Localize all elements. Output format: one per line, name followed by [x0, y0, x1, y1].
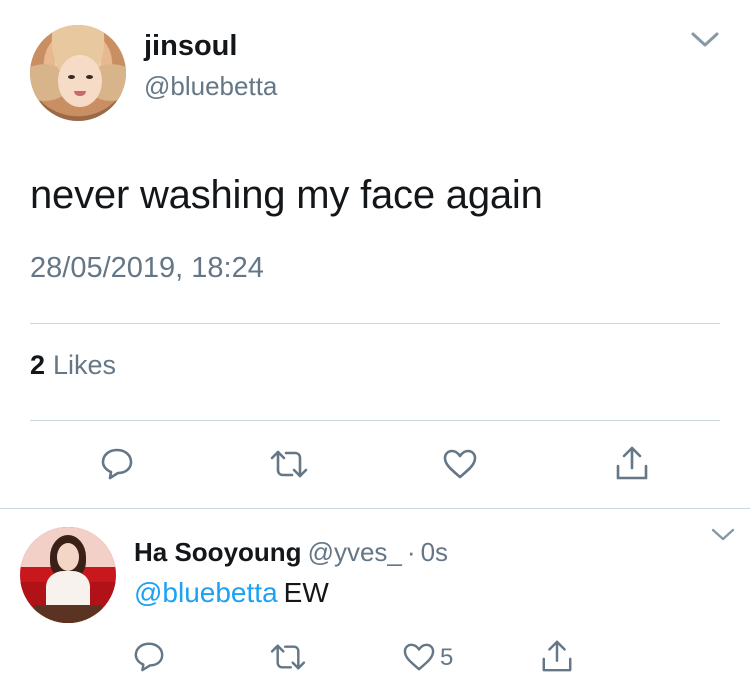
avatar-eye [68, 75, 75, 79]
likes-summary[interactable]: 2 Likes [30, 350, 116, 381]
reply-display-name[interactable]: Ha Sooyoung [134, 537, 302, 567]
divider [0, 508, 750, 509]
avatar-table [34, 605, 102, 623]
avatar-face [57, 543, 79, 571]
avatar-face [58, 55, 102, 107]
likes-count: 2 [30, 350, 46, 380]
retweet-icon[interactable] [270, 642, 306, 672]
reply-icon[interactable] [100, 446, 134, 480]
share-icon[interactable] [540, 638, 574, 674]
reply-handle[interactable]: @yves_ [308, 537, 402, 567]
tweet-timestamp[interactable]: 28/05/2019, 18:24 [30, 252, 264, 285]
divider [30, 420, 720, 421]
avatar-eye [86, 75, 93, 79]
divider [30, 323, 720, 324]
like-icon[interactable] [442, 448, 478, 480]
user-handle[interactable]: @bluebetta [144, 71, 277, 102]
separator-dot: · [406, 537, 416, 567]
display-name[interactable]: jinsoul [144, 30, 237, 63]
reply-text: @bluebetta EW [134, 577, 329, 609]
mention-link[interactable]: @bluebetta [134, 577, 278, 608]
chevron-down-icon[interactable] [690, 30, 720, 50]
reply-like-count: 5 [440, 644, 454, 671]
like-icon[interactable] [402, 642, 436, 672]
reply-body: EW [283, 577, 329, 608]
reply-header: Ha Sooyoung @yves_ · 0s [134, 537, 448, 568]
avatar[interactable] [20, 527, 116, 623]
reply-time[interactable]: 0s [421, 537, 448, 567]
reply-icon[interactable] [133, 640, 165, 672]
likes-label: Likes [53, 350, 117, 380]
avatar[interactable] [30, 25, 126, 121]
share-icon[interactable] [614, 444, 650, 482]
chevron-down-icon[interactable] [710, 527, 736, 543]
retweet-icon[interactable] [270, 448, 308, 480]
tweet-text: never washing my face again [30, 173, 543, 217]
